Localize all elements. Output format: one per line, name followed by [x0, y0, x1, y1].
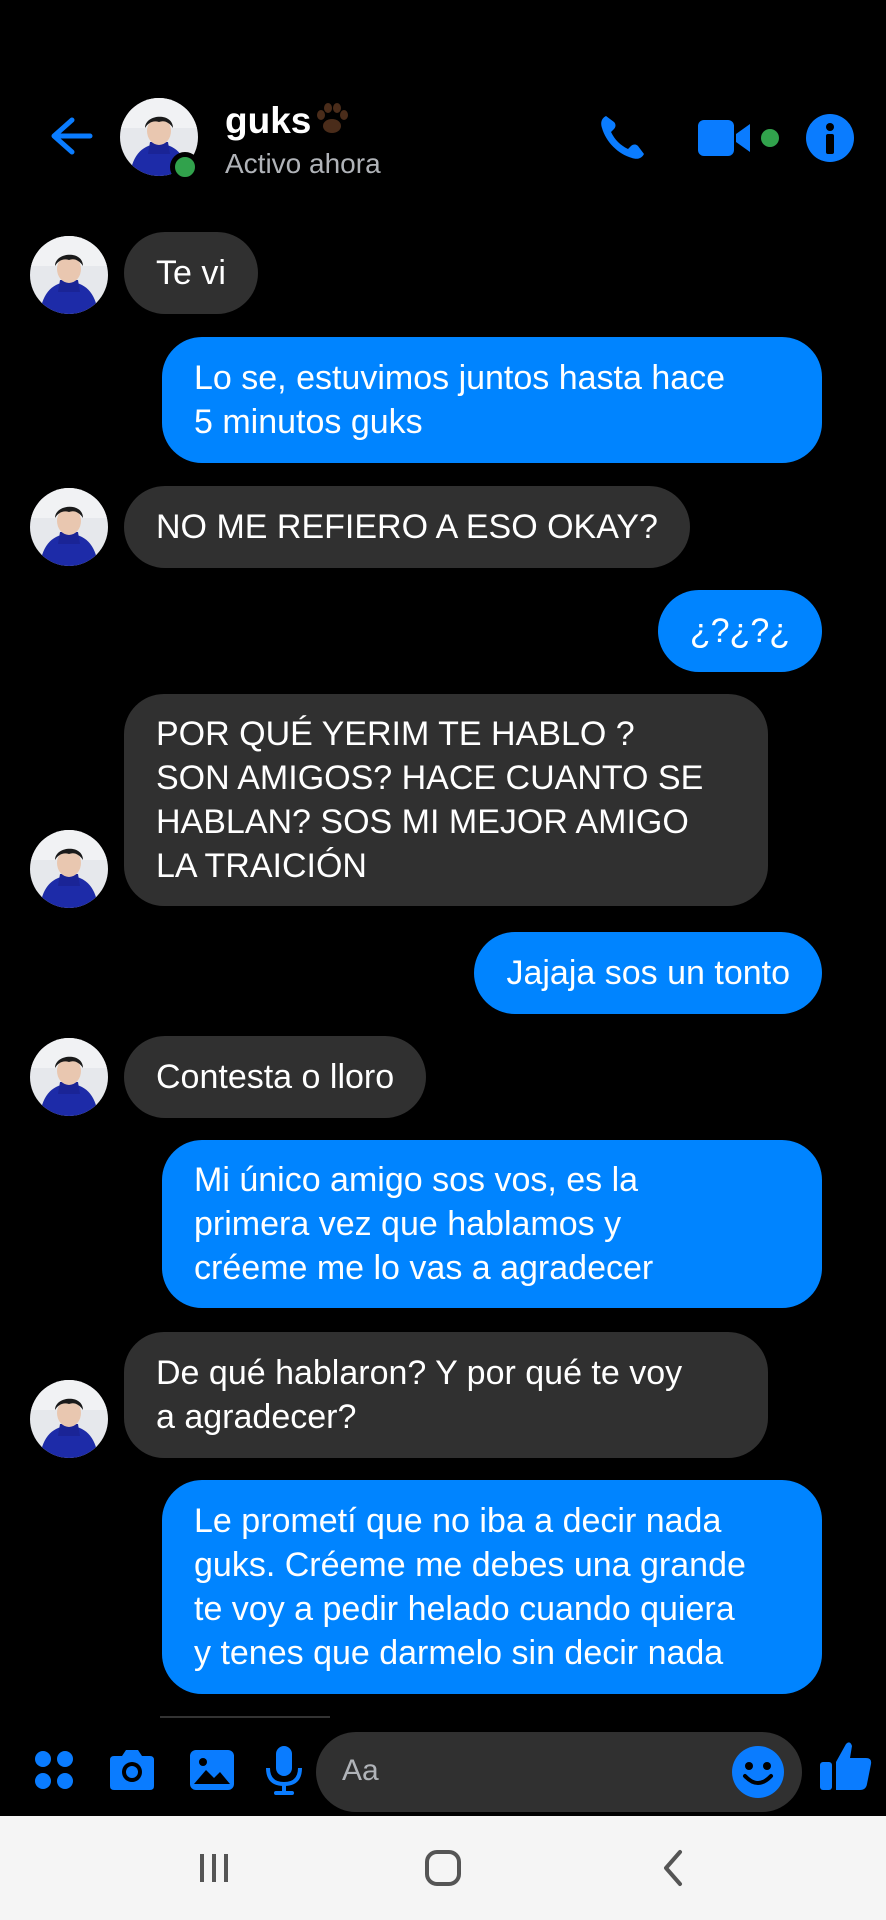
- sender-avatar[interactable]: [30, 236, 108, 314]
- incoming-message[interactable]: De qué hablaron? Y por qué te voy a agra…: [124, 1332, 768, 1458]
- back-arrow-icon[interactable]: [40, 108, 96, 164]
- sender-avatar[interactable]: [30, 1380, 108, 1458]
- chat-header: guks Activo ahora: [0, 0, 886, 230]
- message-input[interactable]: Aa: [316, 1732, 802, 1812]
- outgoing-message[interactable]: ¿?¿?¿: [657, 590, 822, 672]
- outgoing-message[interactable]: Jajaja sos un tonto: [474, 932, 822, 1014]
- contact-status: Activo ahora: [225, 148, 381, 179]
- contact-name[interactable]: guks: [225, 100, 311, 142]
- incoming-message[interactable]: POR QUÉ YERIM TE HABLO ? SON AMIGOS? HAC…: [124, 694, 768, 906]
- incoming-message[interactable]: Contesta o lloro: [124, 1036, 427, 1118]
- back-icon[interactable]: [650, 1844, 698, 1892]
- gallery-icon[interactable]: [184, 1742, 240, 1798]
- incoming-message[interactable]: NO ME REFIERO A ESO OKAY?: [124, 486, 690, 568]
- message-input-placeholder: Aa: [342, 1754, 379, 1787]
- camera-icon[interactable]: [104, 1742, 160, 1798]
- online-indicator: [170, 152, 200, 182]
- sender-avatar[interactable]: [30, 488, 108, 566]
- sender-avatar[interactable]: [30, 830, 108, 908]
- paw-emoji-icon: [317, 103, 348, 133]
- outgoing-message[interactable]: Lo se, estuvimos juntos hasta hace 5 min…: [162, 337, 822, 463]
- menu-grid-icon[interactable]: [26, 1742, 82, 1798]
- message-composer: Aa: [0, 1726, 886, 1816]
- thumbs-up-icon[interactable]: [816, 1736, 876, 1796]
- outgoing-message[interactable]: Le prometí que no iba a decir nada guks.…: [162, 1480, 822, 1694]
- microphone-icon[interactable]: [256, 1742, 312, 1798]
- home-icon[interactable]: [419, 1844, 467, 1892]
- sender-avatar[interactable]: [30, 1038, 108, 1116]
- emoji-icon[interactable]: [730, 1744, 786, 1800]
- system-navigation-bar: [0, 1816, 886, 1920]
- divider: [160, 1716, 330, 1718]
- recent-apps-icon[interactable]: [190, 1844, 238, 1892]
- info-icon[interactable]: [800, 108, 860, 168]
- incoming-message[interactable]: Te vi: [124, 232, 258, 314]
- outgoing-message[interactable]: Mi único amigo sos vos, es la primera ve…: [162, 1140, 822, 1308]
- video-camera-icon[interactable]: [694, 108, 784, 168]
- phone-icon[interactable]: [592, 108, 652, 168]
